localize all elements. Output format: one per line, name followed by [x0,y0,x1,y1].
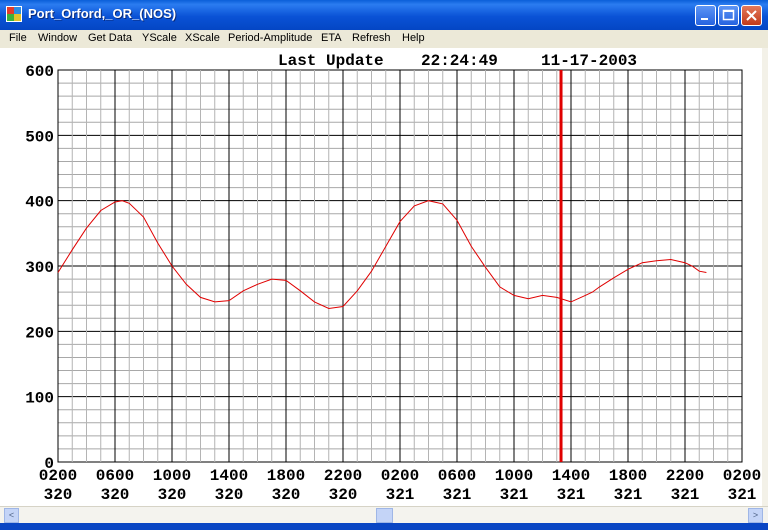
y-tick-label: 400 [25,194,54,212]
x-tick-time-label: 2200 [666,467,704,485]
x-tick-time-label: 0200 [381,467,419,485]
maximize-icon [722,9,735,21]
menu-file[interactable]: File [9,32,27,44]
x-tick-day-label: 320 [101,486,130,504]
scroll-thumb[interactable] [376,508,393,523]
x-axis-labels: 0200320060032010003201400320180032022003… [39,467,761,504]
x-tick-time-label: 1800 [267,467,305,485]
scroll-left-button[interactable]: < [4,508,19,523]
x-tick-time-label: 1000 [153,467,191,485]
x-tick-day-label: 321 [671,486,700,504]
menu-eta[interactable]: ETA [321,32,342,44]
x-tick-time-label: 1400 [210,467,248,485]
x-tick-time-label: 1400 [552,467,590,485]
maximize-button[interactable] [718,5,739,26]
y-tick-label: 500 [25,128,54,146]
x-tick-day-label: 320 [329,486,358,504]
x-tick-time-label: 0600 [438,467,476,485]
chart-grid [57,69,743,463]
x-tick-day-label: 321 [614,486,643,504]
x-tick-time-label: 1800 [609,467,647,485]
vertical-scrollbar[interactable] [762,48,768,506]
menu-xscale[interactable]: XScale [185,32,220,44]
x-tick-day-label: 321 [728,486,757,504]
x-tick-day-label: 320 [215,486,244,504]
close-icon [746,10,757,21]
horizontal-scrollbar[interactable]: < > [0,506,768,524]
x-tick-time-label: 1000 [495,467,533,485]
x-tick-time-label: 2200 [324,467,362,485]
app-icon [6,6,22,22]
minimize-icon [701,18,708,20]
x-tick-time-label: 0600 [96,467,134,485]
window-title: Port_Orford,_OR_(NOS) [28,6,177,21]
x-tick-day-label: 320 [44,486,73,504]
y-tick-label: 100 [25,390,54,408]
x-tick-day-label: 321 [557,486,586,504]
minimize-button[interactable] [695,5,716,26]
x-tick-day-label: 321 [500,486,529,504]
x-tick-day-label: 320 [272,486,301,504]
x-tick-day-label: 320 [158,486,187,504]
y-tick-label: 0 [44,455,54,473]
last-update-time: 22:24:49 [421,52,498,70]
x-tick-time-label: 0200 [723,467,761,485]
y-tick-label: 600 [25,63,54,81]
plot-area: 0200 320 0600 320 1000 320 1400 320 1800 320 2200 3… [0,48,762,506]
close-button[interactable] [741,5,762,26]
menu-get-data[interactable]: Get Data [88,32,132,44]
x-tick-day-label: 321 [443,486,472,504]
menu-period-amplitude[interactable]: Period-Amplitude [228,32,312,44]
window-bottom-border [0,523,768,530]
last-update-label: Last Update [278,52,384,70]
menu-window[interactable]: Window [38,32,77,44]
y-tick-label: 300 [25,259,54,277]
y-axis-labels: 0 100 200 300 400 500 600 [25,63,54,473]
tide-chart: 0200320060032010003201400320180032022003… [25,52,761,504]
scroll-right-button[interactable]: > [748,508,763,523]
y-tick-label: 200 [25,324,54,342]
last-update-date: 11-17-2003 [541,52,637,70]
menu-refresh[interactable]: Refresh [352,32,391,44]
menu-yscale[interactable]: YScale [142,32,177,44]
menu-help[interactable]: Help [402,32,425,44]
x-tick-day-label: 321 [386,486,415,504]
menu-bar: File Window Get Data YScale XScale Perio… [0,30,768,48]
title-bar: Port_Orford,_OR_(NOS) [0,0,768,30]
